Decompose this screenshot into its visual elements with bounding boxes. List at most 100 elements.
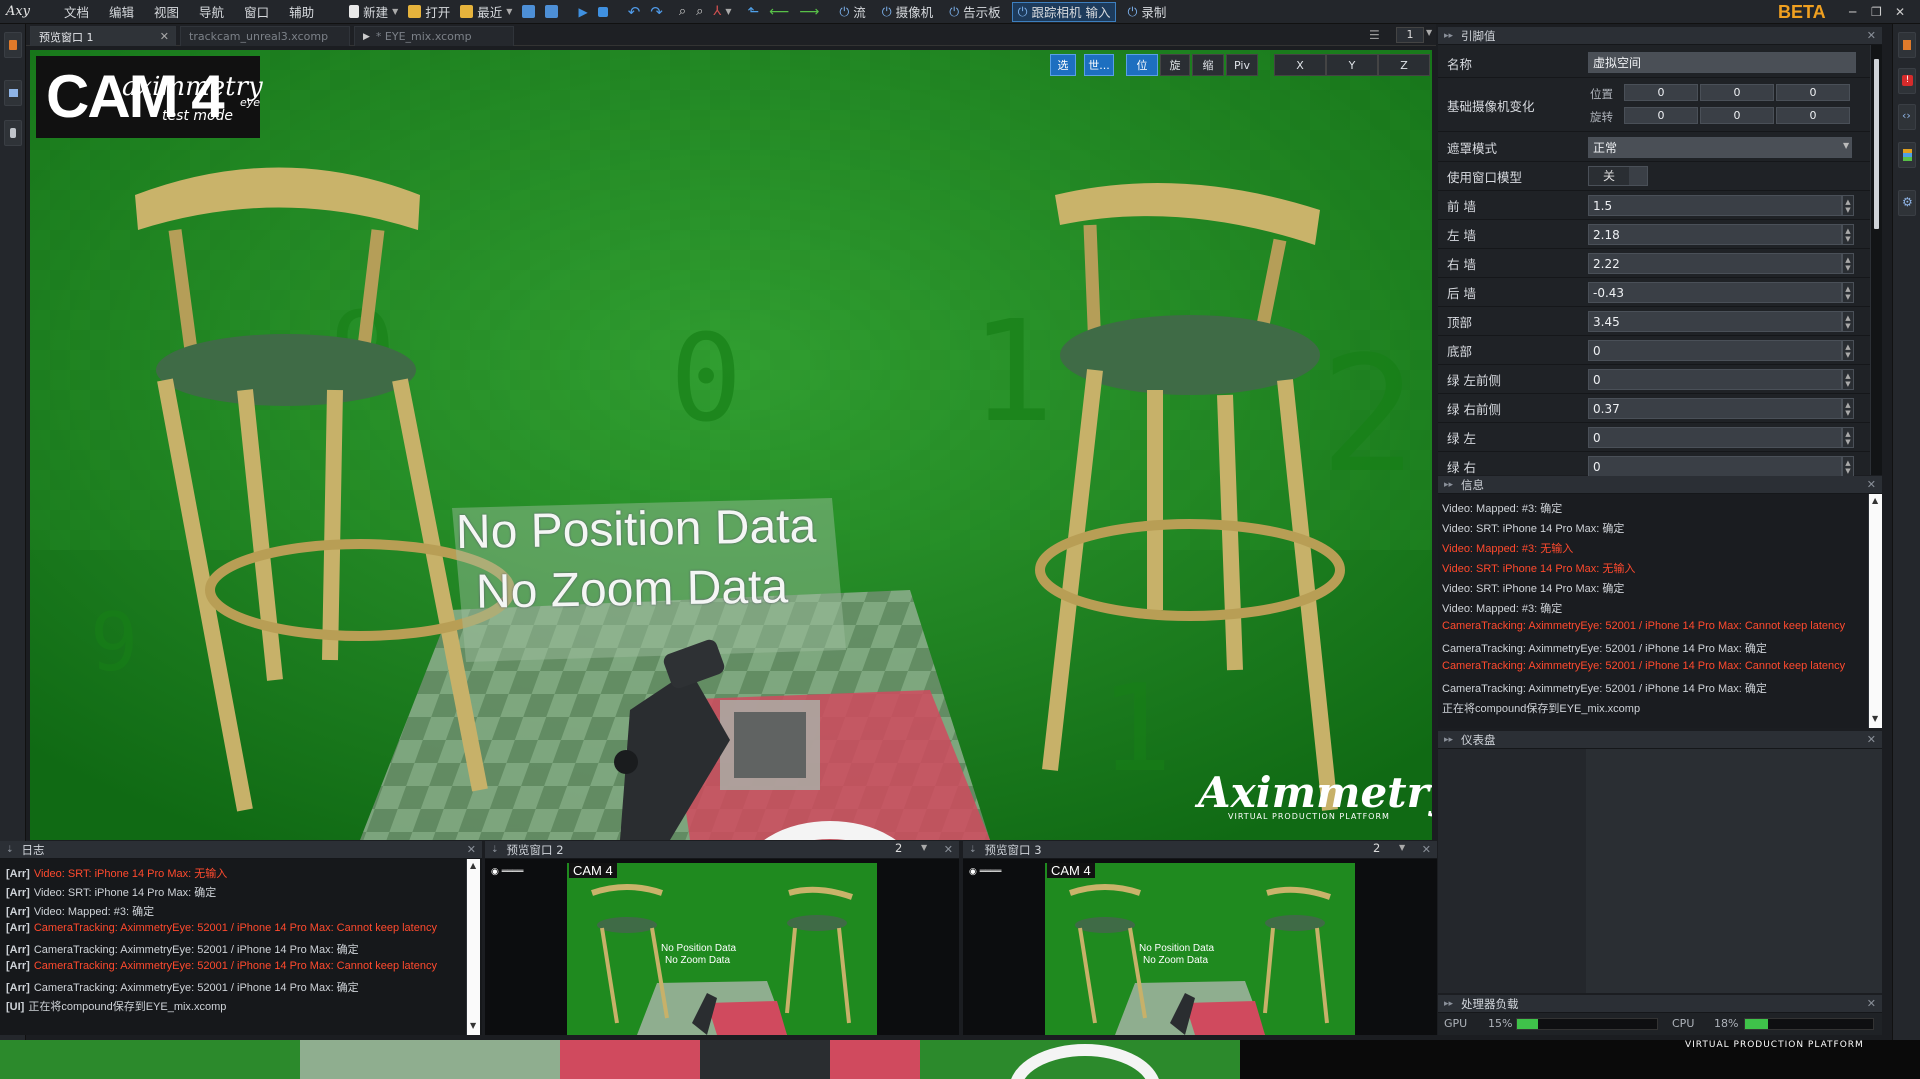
preview-2-page[interactable]: 2 [895, 841, 902, 855]
prop-value-field[interactable]: 0 [1588, 456, 1842, 477]
main-viewport[interactable]: 0 1 2 9 9 1 No Posit [30, 50, 1432, 840]
menu-edit[interactable]: 编辑 [99, 0, 144, 24]
stepper-icon[interactable]: ▲ ▼ [1842, 456, 1854, 477]
stepper-icon[interactable]: ▲ ▼ [1842, 195, 1854, 216]
close-icon[interactable]: ✕ [1867, 478, 1876, 491]
prompter-button[interactable]: ⏻ 告示板 [944, 0, 1005, 24]
redo-button[interactable]: ↷ [645, 0, 668, 24]
axis-x-button[interactable]: X [1274, 54, 1326, 76]
prop-value-field[interactable]: 0 [1588, 369, 1842, 390]
info-scrollbar[interactable]: ▲ ▼ [1868, 494, 1882, 728]
prop-value-field[interactable]: -0.43 [1588, 282, 1842, 303]
stepper-icon[interactable]: ▲ ▼ [1842, 340, 1854, 361]
prop-value-field[interactable]: 2.18 [1588, 224, 1842, 245]
position-x-field[interactable]: 0 [1624, 84, 1698, 101]
prop-value-field[interactable]: 2.22 [1588, 253, 1842, 274]
preview-3-page[interactable]: 2 [1373, 841, 1380, 855]
select-mode-button[interactable]: 选 [1050, 54, 1076, 76]
stepper-icon[interactable]: ▲ ▼ [1842, 398, 1854, 419]
scale-mode-button[interactable]: 缩 [1192, 54, 1224, 76]
rotate-mode-button[interactable]: 旋 [1160, 54, 1190, 76]
right-tool-button-4[interactable] [1898, 142, 1916, 168]
open-button[interactable]: 打开 [403, 0, 455, 24]
prop-value-field[interactable]: 0 [1588, 427, 1842, 448]
play-button[interactable]: ▶ [573, 0, 592, 24]
tab-preview-1[interactable]: 预览窗口 1 ✕ [30, 26, 176, 46]
panel-expand-icon[interactable]: ▸▸ [1444, 480, 1453, 490]
save-all-button[interactable] [540, 0, 563, 24]
scroll-up-icon[interactable]: ▲ [1872, 496, 1878, 505]
close-icon[interactable]: ✕ [944, 843, 953, 856]
position-y-field[interactable]: 0 [1700, 84, 1774, 101]
scroll-up-icon[interactable]: ▲ [470, 861, 476, 870]
menu-window[interactable]: 窗口 [234, 0, 279, 24]
world-space-button[interactable]: 世... [1084, 54, 1114, 76]
menu-navigate[interactable]: 导航 [189, 0, 234, 24]
preview-2-panel[interactable]: ◉ ════ CAM 4 No Position Data No Zoom Da… [485, 859, 959, 1035]
right-tool-button-5[interactable]: ⚙ [1898, 190, 1916, 216]
stepper-icon[interactable]: ▲ ▼ [1842, 427, 1854, 448]
log-scrollbar[interactable]: ▲ ▼ [466, 859, 480, 1035]
panel-expand-icon[interactable]: ▸▸ [1444, 735, 1453, 745]
preview-3-panel[interactable]: ◉ ════ CAM 4 No Position Data No Zoom Da… [963, 859, 1437, 1035]
tab-eye-mix[interactable]: ▶ * EYE_mix.xcomp [354, 26, 514, 46]
stepper-icon[interactable]: ▲ ▼ [1842, 311, 1854, 332]
stepper-icon[interactable]: ▲ ▼ [1842, 224, 1854, 245]
properties-scrollbar[interactable] [1870, 45, 1882, 475]
axis-y-button[interactable]: Y [1326, 54, 1378, 76]
recent-button[interactable]: 最近 ▼ [455, 0, 517, 24]
back-button[interactable]: ⟵ [764, 0, 794, 24]
forward-button[interactable]: ⟶ [794, 0, 824, 24]
stepper-icon[interactable]: ▲ ▼ [1842, 253, 1854, 274]
position-z-field[interactable]: 0 [1776, 84, 1850, 101]
tab-menu-icon[interactable]: ☰ [1369, 28, 1380, 42]
record-button[interactable]: ⏻ 录制 [1122, 0, 1171, 24]
maximize-button[interactable]: ❐ [1871, 0, 1882, 24]
left-tool-button-2[interactable] [4, 80, 22, 106]
use-window-toggle[interactable]: 关 [1588, 166, 1648, 186]
zoom-in-button[interactable]: ⌕ [674, 0, 691, 24]
prop-value-field[interactable]: 1.5 [1588, 195, 1842, 216]
close-button[interactable]: ✕ [1895, 0, 1905, 24]
pin-icon[interactable]: ⇣ [491, 845, 499, 855]
menu-view[interactable]: 视图 [144, 0, 189, 24]
rotation-x-field[interactable]: 0 [1624, 107, 1698, 124]
chevron-down-icon[interactable]: ▼ [1399, 843, 1405, 852]
stepper-icon[interactable]: ▲ ▼ [1842, 369, 1854, 390]
scrollbar-thumb[interactable] [1874, 59, 1879, 229]
close-icon[interactable]: ✕ [1867, 997, 1876, 1010]
tab-trackcam[interactable]: trackcam_unreal3.xcomp [180, 26, 350, 46]
save-button[interactable] [517, 0, 540, 24]
zoom-out-button[interactable]: ⌕ [691, 0, 708, 24]
right-tool-button-2[interactable]: ! [1898, 68, 1916, 94]
stop-button[interactable] [593, 0, 613, 24]
position-mode-button[interactable]: 位 [1126, 54, 1158, 76]
rotation-z-field[interactable]: 0 [1776, 107, 1850, 124]
new-button[interactable]: 新建 ▼ [344, 0, 403, 24]
pin-icon[interactable]: ⇣ [969, 845, 977, 855]
close-icon[interactable]: ✕ [160, 30, 169, 43]
scroll-down-icon[interactable]: ▼ [470, 1021, 476, 1030]
undo-button[interactable]: ↶ [623, 0, 646, 24]
right-tool-button-3[interactable]: ‹› [1898, 104, 1916, 130]
prop-value-field[interactable]: 3.45 [1588, 311, 1842, 332]
up-button[interactable]: ⬑ [743, 0, 765, 24]
tracking-camera-button[interactable]: ⏻ 跟踪相机 输入 [1011, 1, 1117, 22]
name-field[interactable]: 虚拟空间 [1588, 52, 1856, 73]
close-icon[interactable]: ✕ [467, 843, 476, 856]
axis-z-button[interactable]: Z [1378, 54, 1430, 76]
rotation-y-field[interactable]: 0 [1700, 107, 1774, 124]
prop-value-field[interactable]: 0 [1588, 340, 1842, 361]
close-icon[interactable]: ✕ [1422, 843, 1431, 856]
stepper-icon[interactable]: ▲ ▼ [1842, 282, 1854, 303]
close-icon[interactable]: ✕ [1867, 29, 1876, 42]
pivot-mode-button[interactable]: Piv [1226, 54, 1258, 76]
panel-expand-icon[interactable]: ▸▸ [1444, 31, 1453, 41]
stream-button[interactable]: ⏻ 流 [834, 0, 870, 24]
menu-file[interactable]: 文档 [54, 0, 99, 24]
left-tool-button-1[interactable] [4, 32, 22, 58]
camera-button[interactable]: ⏻ 摄像机 [877, 0, 938, 24]
gizmo-button[interactable]: ⅄ ▼ [708, 0, 736, 24]
prop-value-field[interactable]: 0.37 [1588, 398, 1842, 419]
scroll-down-icon[interactable]: ▼ [1872, 714, 1878, 723]
